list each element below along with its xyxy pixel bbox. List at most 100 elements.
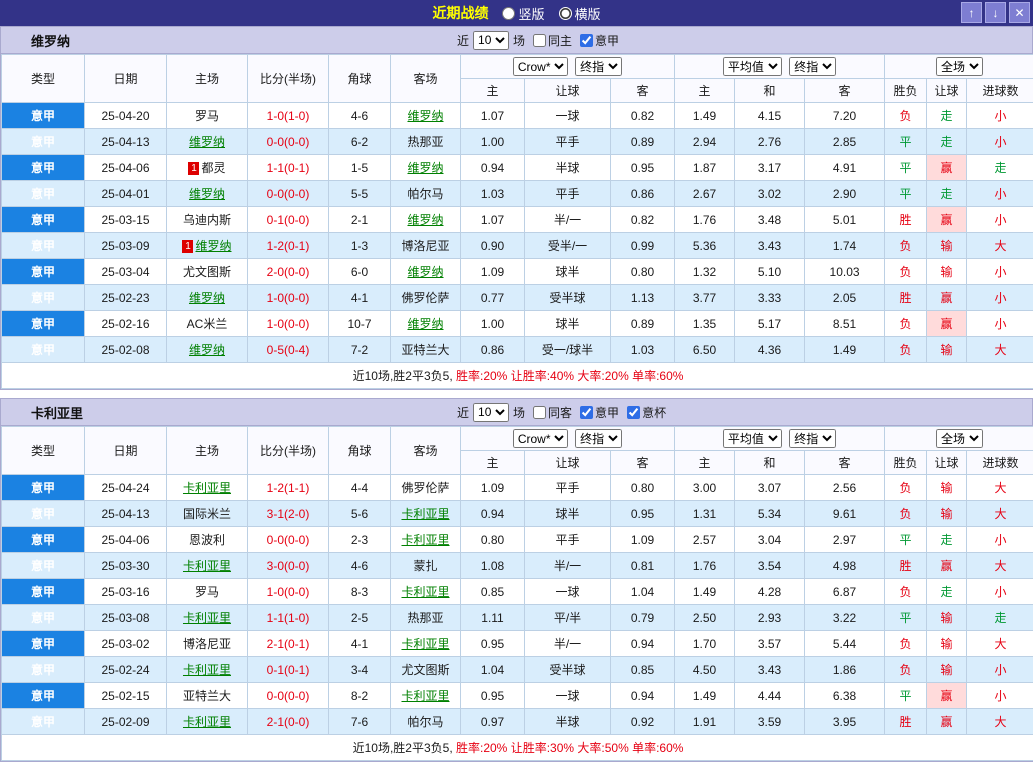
final-odds-select[interactable]: 终指 bbox=[789, 429, 836, 448]
league-cell: 意甲 bbox=[2, 657, 85, 683]
match-row: 意甲25-03-30卡利亚里3-0(0-0)4-6蒙扎1.08半/一0.811.… bbox=[2, 553, 1033, 579]
filter-checkbox-input[interactable] bbox=[533, 406, 546, 419]
outcome-cell: 胜 bbox=[885, 207, 927, 233]
team-name-text[interactable]: 卡利亚里 bbox=[183, 481, 231, 495]
bookmaker-select[interactable]: Crow* bbox=[513, 429, 568, 448]
team-name-text[interactable]: 维罗纳 bbox=[189, 135, 225, 149]
near-label: 近 bbox=[457, 32, 469, 49]
team-name-text[interactable]: 卡利亚里 bbox=[183, 611, 231, 625]
odds-cell: 0.82 bbox=[611, 207, 675, 233]
score-cell: 3-1(2-0) bbox=[248, 501, 329, 527]
layout-radio-vertical[interactable]: 竖版 bbox=[502, 4, 544, 23]
outcome-cell: 小 bbox=[967, 285, 1033, 311]
vertical-radio-input[interactable] bbox=[502, 7, 515, 20]
scroll-down-button[interactable]: ↓ bbox=[985, 2, 1006, 23]
outcome-cell: 大 bbox=[967, 475, 1033, 501]
summary-part: 让胜率:40% bbox=[507, 369, 574, 383]
fulltime-select[interactable]: 全场 bbox=[936, 57, 983, 76]
league-cell: 意甲 bbox=[2, 527, 85, 553]
filter-checkbox[interactable]: 同主 bbox=[533, 32, 572, 49]
team-name-text[interactable]: 卡利亚里 bbox=[401, 507, 449, 521]
average-select[interactable]: 平均值 bbox=[723, 57, 782, 76]
home-team-cell: 博洛尼亚 bbox=[167, 631, 248, 657]
col-header-corners: 角球 bbox=[329, 427, 391, 475]
odds-time-select[interactable]: 终指 bbox=[575, 429, 622, 448]
close-button[interactable]: ✕ bbox=[1009, 2, 1030, 23]
outcome-cell: 负 bbox=[885, 501, 927, 527]
team-name-text[interactable]: 卡利亚里 bbox=[183, 559, 231, 573]
sub-header-home-odds: 主 bbox=[461, 79, 525, 103]
odds-cell: 2.90 bbox=[805, 181, 885, 207]
bookmaker-select[interactable]: Crow* bbox=[513, 57, 568, 76]
score-cell: 2-1(0-0) bbox=[248, 709, 329, 735]
team-name-text[interactable]: 维罗纳 bbox=[407, 109, 443, 123]
horizontal-radio-input[interactable] bbox=[559, 7, 572, 20]
match-count-select[interactable]: 10 bbox=[473, 31, 509, 50]
date-cell: 25-03-09 bbox=[85, 233, 167, 259]
team-name-text: 帕尔马 bbox=[407, 715, 443, 729]
odds-cell: 2.57 bbox=[675, 527, 735, 553]
team-name-text[interactable]: 维罗纳 bbox=[189, 291, 225, 305]
filter-checkbox-input[interactable] bbox=[533, 34, 546, 47]
filter-checkbox[interactable]: 意杯 bbox=[627, 404, 666, 421]
team-name-text[interactable]: 维罗纳 bbox=[189, 343, 225, 357]
score-cell: 0-0(0-0) bbox=[248, 181, 329, 207]
summary-part: 大率:50% bbox=[574, 741, 629, 755]
sub-header-handicap-result: 让球 bbox=[927, 451, 967, 475]
corners-cell: 1-3 bbox=[329, 233, 391, 259]
team-name-text: 罗马 bbox=[195, 585, 219, 599]
final-odds-select[interactable]: 终指 bbox=[789, 57, 836, 76]
filter-checkbox[interactable]: 意甲 bbox=[580, 404, 619, 421]
team-name-text[interactable]: 卡利亚里 bbox=[401, 637, 449, 651]
away-team-cell: 亚特兰大 bbox=[391, 337, 461, 363]
date-cell: 25-02-08 bbox=[85, 337, 167, 363]
col-header-type: 类型 bbox=[2, 55, 85, 103]
average-select[interactable]: 平均值 bbox=[723, 429, 782, 448]
team-name-text: 博洛尼亚 bbox=[183, 637, 231, 651]
filter-checkbox-input[interactable] bbox=[627, 406, 640, 419]
outcome-cell: 走 bbox=[967, 605, 1033, 631]
team-name-text[interactable]: 卡利亚里 bbox=[401, 533, 449, 547]
team-name-text[interactable]: 卡利亚里 bbox=[183, 715, 231, 729]
red-card-badge: 1 bbox=[188, 162, 199, 175]
odds-cell: 1.76 bbox=[675, 207, 735, 233]
filter-checkbox[interactable]: 同客 bbox=[533, 404, 572, 421]
scroll-up-button[interactable]: ↑ bbox=[961, 2, 982, 23]
odds-cell: 受半/一 bbox=[525, 233, 611, 259]
result-group: 全场 bbox=[885, 427, 1033, 451]
col-header-corners: 角球 bbox=[329, 55, 391, 103]
odds-cell: 一球 bbox=[525, 579, 611, 605]
filter-checkbox-input[interactable] bbox=[580, 406, 593, 419]
layout-radio-horizontal[interactable]: 横版 bbox=[559, 4, 601, 23]
outcome-cell: 小 bbox=[967, 129, 1033, 155]
outcome-cell: 走 bbox=[927, 103, 967, 129]
team-name-text[interactable]: 维罗纳 bbox=[407, 213, 443, 227]
team-name-text[interactable]: 维罗纳 bbox=[407, 265, 443, 279]
outcome-cell: 大 bbox=[967, 631, 1033, 657]
filter-checkbox-input[interactable] bbox=[580, 34, 593, 47]
col-header-score: 比分(半场) bbox=[248, 427, 329, 475]
odds-cell: 1.13 bbox=[611, 285, 675, 311]
team-name-text[interactable]: 卡利亚里 bbox=[401, 585, 449, 599]
match-count-select[interactable]: 10 bbox=[473, 403, 509, 422]
league-cell: 意甲 bbox=[2, 233, 85, 259]
team-name-text[interactable]: 维罗纳 bbox=[189, 187, 225, 201]
odds-cell: 6.50 bbox=[675, 337, 735, 363]
odds-time-select[interactable]: 终指 bbox=[575, 57, 622, 76]
match-row: 意甲25-03-02博洛尼亚2-1(0-1)4-1卡利亚里0.95半/一0.94… bbox=[2, 631, 1033, 657]
odds-cell: 3.48 bbox=[735, 207, 805, 233]
corners-cell: 4-1 bbox=[329, 285, 391, 311]
filter-checkbox[interactable]: 意甲 bbox=[580, 32, 619, 49]
score-cell: 1-0(0-0) bbox=[248, 311, 329, 337]
filter-controls: 近 10 场 同客意甲意杯 bbox=[457, 403, 666, 422]
summary-part: 单率:60% bbox=[629, 369, 684, 383]
score-cell: 0-1(0-1) bbox=[248, 657, 329, 683]
fulltime-select[interactable]: 全场 bbox=[936, 429, 983, 448]
outcome-cell: 输 bbox=[927, 501, 967, 527]
team-name-text[interactable]: 卡利亚里 bbox=[183, 663, 231, 677]
team-name-text[interactable]: 维罗纳 bbox=[407, 161, 443, 175]
col-header-type: 类型 bbox=[2, 427, 85, 475]
team-name-text[interactable]: 卡利亚里 bbox=[401, 689, 449, 703]
team-name-text[interactable]: 维罗纳 bbox=[195, 239, 231, 253]
team-name-text[interactable]: 维罗纳 bbox=[407, 317, 443, 331]
